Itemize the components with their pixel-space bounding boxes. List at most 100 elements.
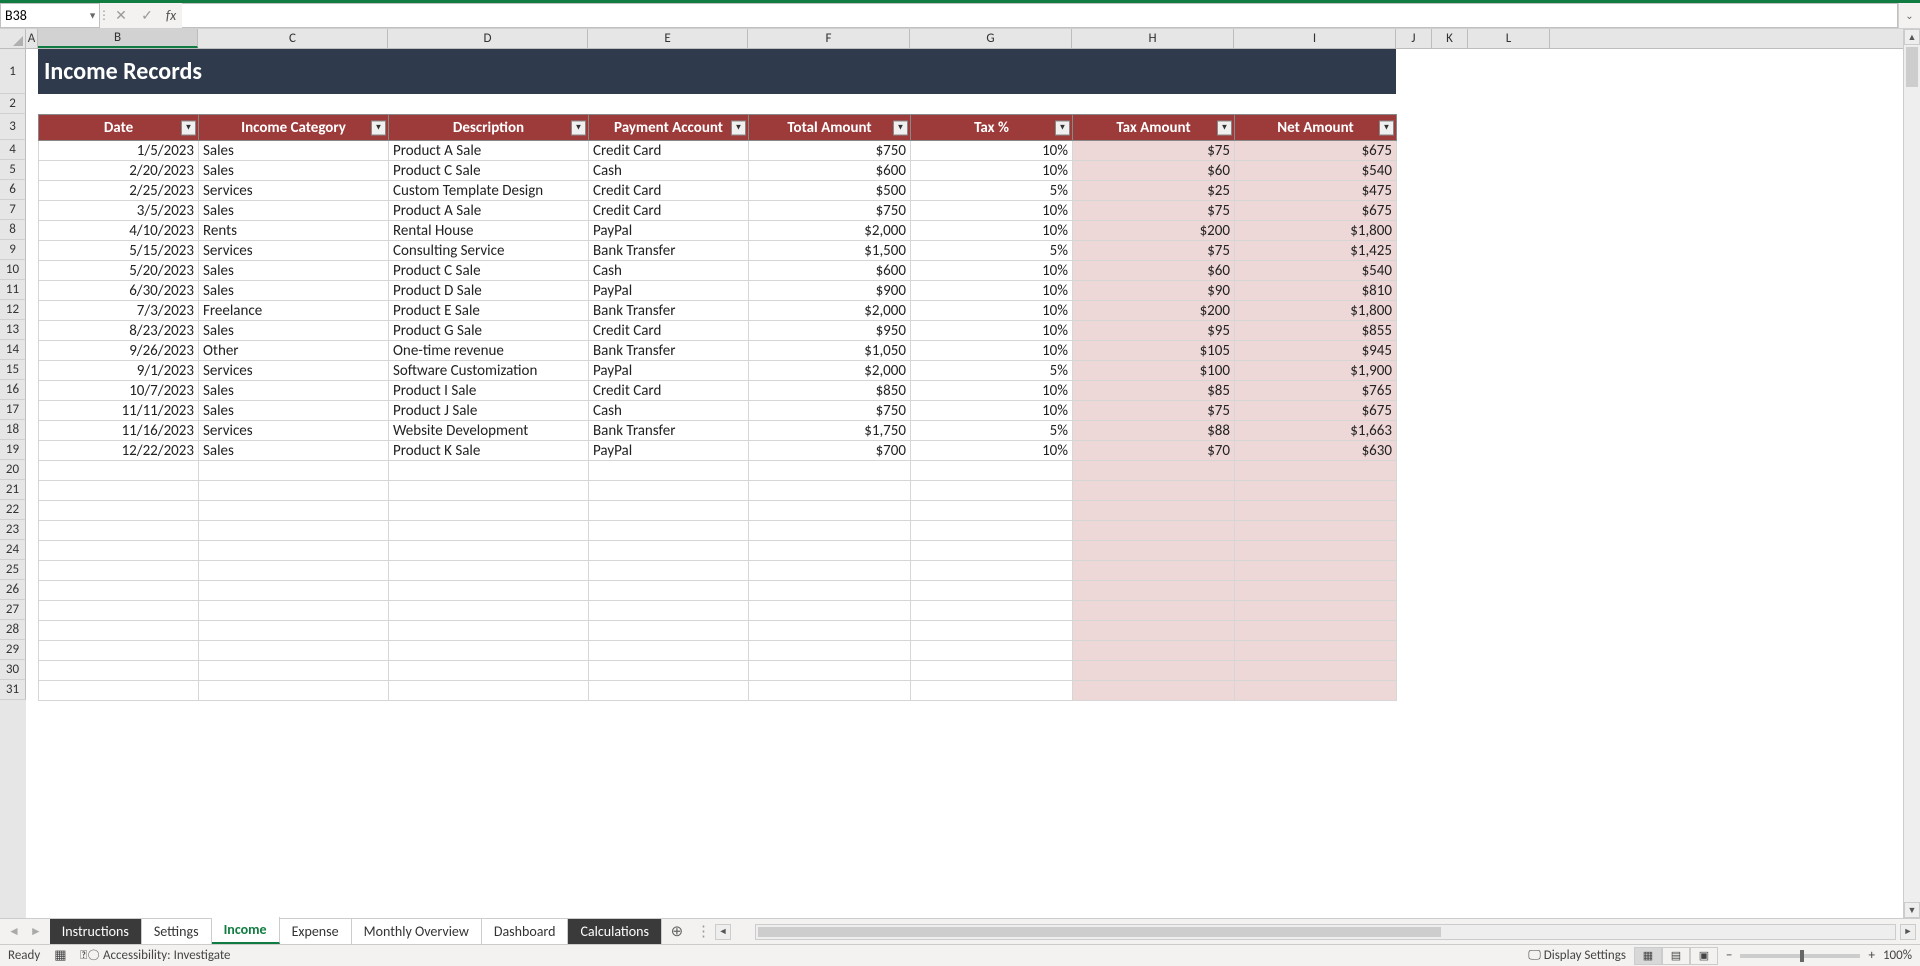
view-page-layout-icon[interactable]: ▤ [1662,947,1690,965]
table-cell[interactable]: Credit Card [589,381,749,401]
table-header[interactable]: Net Amount▼ [1235,115,1397,141]
table-cell-empty[interactable] [589,641,749,661]
table-cell[interactable]: Services [199,421,389,441]
table-cell[interactable]: 10% [911,381,1073,401]
table-cell[interactable]: Bank Transfer [589,241,749,261]
scroll-up-icon[interactable]: ▲ [1904,29,1920,45]
table-cell[interactable]: Credit Card [589,141,749,161]
table-cell-empty[interactable] [749,681,911,701]
table-cell-empty[interactable] [589,461,749,481]
table-cell[interactable]: $750 [749,401,911,421]
sheet-tab-settings[interactable]: Settings [142,919,212,944]
table-cell[interactable]: $855 [1235,321,1397,341]
table-cell[interactable]: $850 [749,381,911,401]
table-cell-empty[interactable] [39,661,199,681]
table-cell[interactable]: 10% [911,201,1073,221]
table-header[interactable]: Date▼ [39,115,199,141]
table-header[interactable]: Payment Account▼ [589,115,749,141]
table-cell-empty[interactable] [749,581,911,601]
table-cell[interactable]: $1,050 [749,341,911,361]
table-cell[interactable]: $75 [1073,241,1235,261]
table-cell[interactable]: PayPal [589,441,749,461]
vscroll-track[interactable] [1904,45,1920,902]
row-header-9[interactable]: 9 [0,240,26,260]
table-cell-empty[interactable] [749,481,911,501]
row-header-3[interactable]: 3 [0,114,26,140]
table-cell[interactable]: Rents [199,221,389,241]
table-cell[interactable]: Cash [589,401,749,421]
table-row-empty[interactable] [39,681,1397,701]
table-row[interactable]: 9/1/2023ServicesSoftware CustomizationPa… [39,361,1397,381]
table-cell[interactable]: One-time revenue [389,341,589,361]
table-cell-empty[interactable] [1235,561,1397,581]
table-cell[interactable]: Product C Sale [389,161,589,181]
table-cell[interactable]: PayPal [589,221,749,241]
table-cell[interactable]: 5/15/2023 [39,241,199,261]
table-cell[interactable]: Product G Sale [389,321,589,341]
table-cell[interactable]: $1,800 [1235,221,1397,241]
table-header[interactable]: Total Amount▼ [749,115,911,141]
table-cell-empty[interactable] [1073,621,1235,641]
row-header-5[interactable]: 5 [0,160,26,180]
table-cell-empty[interactable] [589,601,749,621]
table-cell-empty[interactable] [199,501,389,521]
row-header-22[interactable]: 22 [0,500,26,520]
table-cell-empty[interactable] [589,481,749,501]
filter-icon[interactable]: ▼ [571,120,586,135]
row-header-30[interactable]: 30 [0,660,26,680]
table-cell[interactable]: 10% [911,161,1073,181]
table-cell-empty[interactable] [199,521,389,541]
filter-icon[interactable]: ▼ [1379,120,1394,135]
table-cell-empty[interactable] [389,521,589,541]
filter-icon[interactable]: ▼ [1055,120,1070,135]
col-header-H[interactable]: H [1072,29,1234,48]
table-cell[interactable]: $700 [749,441,911,461]
table-cell-empty[interactable] [1235,501,1397,521]
table-cell[interactable]: $75 [1073,141,1235,161]
table-cell-empty[interactable] [911,601,1073,621]
table-cell[interactable]: 5/20/2023 [39,261,199,281]
table-cell-empty[interactable] [911,681,1073,701]
row-header-18[interactable]: 18 [0,420,26,440]
table-cell[interactable]: Sales [199,201,389,221]
table-cell[interactable]: $750 [749,141,911,161]
table-cell[interactable]: 3/5/2023 [39,201,199,221]
table-cell[interactable]: Services [199,361,389,381]
table-cell[interactable]: $950 [749,321,911,341]
table-cell-empty[interactable] [1073,681,1235,701]
hscroll-right-icon[interactable]: ► [1900,924,1916,940]
table-cell[interactable]: $1,500 [749,241,911,261]
table-cell-empty[interactable] [389,641,589,661]
row-header-6[interactable]: 6 [0,180,26,200]
row-header-4[interactable]: 4 [0,140,26,160]
table-cell-empty[interactable] [1073,661,1235,681]
add-sheet-button[interactable]: ⊕ [662,919,692,944]
table-cell-empty[interactable] [1235,581,1397,601]
table-cell[interactable]: 2/20/2023 [39,161,199,181]
hscroll-grip[interactable]: ⋮ [696,922,711,941]
row-header-19[interactable]: 19 [0,440,26,460]
table-cell[interactable]: 10% [911,261,1073,281]
col-header-I[interactable]: I [1234,29,1396,48]
table-cell[interactable]: $765 [1235,381,1397,401]
table-cell[interactable]: Sales [199,161,389,181]
table-cell[interactable]: $2,000 [749,221,911,241]
col-header-C[interactable]: C [198,29,388,48]
tab-next-icon[interactable]: ► [30,924,42,939]
table-cell[interactable]: Product A Sale [389,141,589,161]
table-cell-empty[interactable] [749,601,911,621]
table-cell[interactable]: 11/16/2023 [39,421,199,441]
table-cell-empty[interactable] [389,541,589,561]
table-cell-empty[interactable] [589,501,749,521]
row-header-10[interactable]: 10 [0,260,26,280]
table-cell[interactable]: 4/10/2023 [39,221,199,241]
table-cell-empty[interactable] [1073,561,1235,581]
table-cell-empty[interactable] [39,541,199,561]
table-cell-empty[interactable] [911,501,1073,521]
table-cell[interactable]: 10% [911,281,1073,301]
row-header-12[interactable]: 12 [0,300,26,320]
table-cell-empty[interactable] [589,681,749,701]
table-cell[interactable]: $945 [1235,341,1397,361]
table-cell-empty[interactable] [39,681,199,701]
table-cell-empty[interactable] [389,481,589,501]
